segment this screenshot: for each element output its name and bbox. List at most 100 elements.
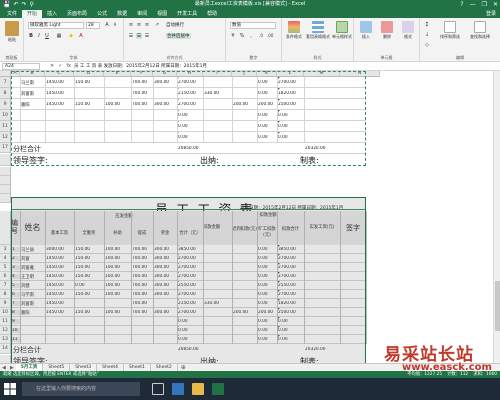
table-cell[interactable]: 100.00 [105, 274, 130, 279]
table-cell[interactable]: 200.00 [258, 310, 276, 315]
table-cell[interactable]: 2550.00 [278, 283, 303, 288]
sort-filter-button[interactable]: 排序和筛选 [436, 21, 464, 40]
table-cell[interactable]: 150.00 [75, 256, 103, 261]
row-header[interactable]: 8 [0, 88, 11, 99]
row-header[interactable]: 11 [0, 317, 11, 326]
orientation-icon[interactable]: ↗ [154, 22, 160, 28]
table-cell[interactable]: 马学南 [21, 292, 44, 298]
table-cell[interactable]: 300.00 [154, 274, 176, 279]
row-header[interactable]: 3 [0, 245, 11, 254]
table-cell[interactable]: 0.00 [178, 319, 202, 324]
row-header[interactable]: 7 [0, 281, 11, 290]
row-header[interactable] [0, 355, 11, 363]
table-cell[interactable]: 0.00 [178, 328, 202, 333]
table-cell[interactable]: 150.00 [75, 247, 103, 252]
table-cell[interactable]: 1450.00 [46, 301, 73, 306]
clear-icon[interactable]: ◇ [424, 42, 430, 48]
row-header[interactable]: 8 [0, 290, 11, 299]
function-icon[interactable]: fx [66, 62, 71, 71]
table-cell[interactable]: 150.00 [75, 292, 103, 297]
table-cell[interactable]: 2700.00 [178, 256, 202, 261]
table-cell[interactable]: 100.00 [105, 256, 130, 261]
row-header[interactable]: 10 [0, 308, 11, 317]
table-cell[interactable]: 1450.00 [46, 265, 73, 270]
table-cell[interactable]: 0.00 [258, 247, 276, 252]
restore-button[interactable]: ❐ [482, 0, 487, 9]
prev-sheet-icon[interactable]: ◀ [0, 365, 8, 371]
edge-icon[interactable] [172, 383, 184, 395]
row-header[interactable]: 11 [0, 121, 11, 132]
formula-input[interactable]: 员 工 工 资 表 发放日期：2015年2月12日 所属日期：2015年1月 [74, 62, 207, 71]
row-header[interactable]: 12 [0, 132, 11, 143]
enter-icon[interactable]: ✓ [58, 62, 62, 71]
table-cell[interactable]: 1450.00 [46, 283, 73, 288]
align-center-icon[interactable]: ☰ [136, 33, 142, 39]
tab-page-layout[interactable]: 页面布局 [62, 10, 92, 18]
insert-cells-button[interactable]: 插入 [356, 21, 376, 40]
table-cell[interactable]: 300.00 [154, 310, 176, 315]
excel-taskbar-icon[interactable] [212, 383, 224, 395]
tab-help[interactable]: 帮助 [202, 10, 222, 18]
table-cell[interactable]: 0.00 [258, 274, 276, 279]
table-cell[interactable]: 0.00 [258, 265, 276, 270]
table-cell[interactable]: 700.00 [132, 265, 152, 270]
table-cell[interactable]: 0.00 [258, 337, 276, 342]
font-color-icon[interactable]: A [78, 33, 84, 39]
table-cell[interactable]: 2700.00 [178, 265, 202, 270]
table-cell[interactable]: 0.00 [258, 319, 276, 324]
row-header[interactable]: 17 [0, 143, 11, 153]
table-cell[interactable]: 100.00 [105, 292, 130, 297]
windows-start-icon[interactable] [4, 383, 16, 395]
table-cell[interactable]: 0.00 [278, 337, 303, 342]
table-cell[interactable]: 700.00 [132, 247, 152, 252]
table-cell[interactable]: 1450.00 [46, 274, 73, 279]
minimize-button[interactable]: — [470, 0, 476, 9]
cell-styles-button[interactable]: 单元格样式 [332, 21, 352, 40]
table-cell[interactable]: 0.00 [278, 328, 303, 333]
decrease-decimal-icon[interactable]: .00 [267, 33, 273, 39]
table-cell[interactable]: 2700.00 [178, 292, 202, 297]
wrap-text-button[interactable]: 自动换行 [166, 22, 184, 28]
tab-home[interactable]: 开始 [22, 10, 43, 18]
table-cell[interactable]: 100.00 [105, 310, 130, 315]
table-cell[interactable]: 0.00 [258, 283, 276, 288]
login-link[interactable]: 登录 [486, 10, 496, 17]
add-sheet-icon[interactable]: ⊕ [178, 364, 189, 371]
table-cell[interactable]: 2700.00 [278, 256, 303, 261]
fill-icon[interactable]: ↓ [424, 32, 430, 38]
italic-icon[interactable]: I [36, 33, 42, 39]
bold-icon[interactable]: B [28, 33, 34, 39]
table-cell[interactable]: 3850.00 [178, 247, 202, 252]
align-left-icon[interactable]: ☰ [128, 33, 134, 39]
table-cell[interactable]: 300.00 [154, 247, 176, 252]
row-header[interactable] [0, 154, 11, 166]
taskbar-search-input[interactable]: 在这里输入你要搜索的内容 [22, 382, 140, 396]
row-header[interactable]: 12 [0, 326, 11, 335]
help-icon[interactable]: ? [460, 0, 463, 9]
font-size-select[interactable]: 28 [86, 22, 100, 29]
sheet-tab-sheet2[interactable]: Sheet2 [151, 364, 178, 371]
table-cell[interactable]: 葛阳 [21, 310, 44, 316]
table-cell[interactable]: 150.00 [75, 274, 103, 279]
tab-developer[interactable]: 开发工具 [172, 10, 202, 18]
row-header[interactable]: 7 [0, 77, 11, 88]
table-cell[interactable]: 0.00 [258, 301, 276, 306]
currency-icon[interactable]: ¥ [230, 33, 236, 39]
row-header[interactable]: 6 [0, 272, 11, 281]
tab-insert[interactable]: 插入 [42, 10, 62, 18]
table-cell[interactable]: 330.00 [204, 301, 231, 306]
table-cell[interactable]: 1450.00 [46, 256, 73, 261]
table-cell[interactable]: 1820.00 [278, 301, 303, 306]
table-cell[interactable]: 700.00 [132, 301, 152, 306]
row-header[interactable] [0, 185, 11, 194]
table-cell[interactable]: 200.00 [233, 310, 256, 315]
align-middle-icon[interactable]: ≡ [136, 22, 142, 28]
table-cell[interactable]: 2700.00 [178, 310, 202, 315]
row-header[interactable] [0, 211, 11, 245]
table-cell[interactable]: 100.00 [105, 265, 130, 270]
table-cell[interactable]: 王卫明 [21, 274, 44, 280]
row-header[interactable] [0, 167, 11, 176]
tab-file[interactable]: 文件 [2, 10, 22, 18]
align-top-icon[interactable]: ≡ [128, 22, 134, 28]
align-right-icon[interactable]: ☰ [144, 33, 150, 39]
